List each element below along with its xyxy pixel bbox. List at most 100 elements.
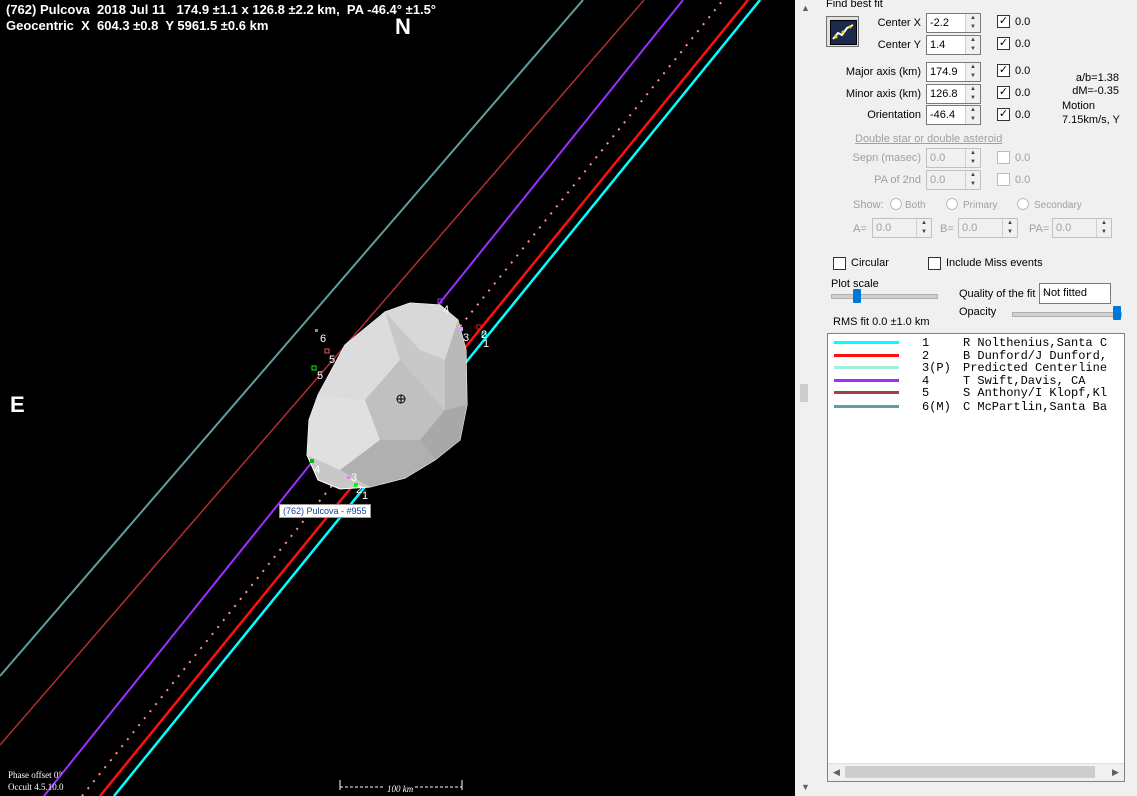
spin-up-icon[interactable]: ▲ <box>966 63 980 72</box>
scroll-down-icon[interactable]: ▼ <box>797 779 814 796</box>
spin-up-icon[interactable]: ▲ <box>966 14 980 23</box>
scroll-right-icon[interactable]: ▶ <box>1107 764 1124 781</box>
show-secondary-radio[interactable] <box>1017 198 1029 210</box>
spin-down-icon[interactable]: ▼ <box>966 180 980 189</box>
center-y-checkbox[interactable]: ✓ <box>997 37 1010 50</box>
chord-label: 4 <box>314 464 321 476</box>
orientation-checkbox[interactable]: ✓ <box>997 108 1010 121</box>
minor-axis-input[interactable]: 126.8 ▲ ▼ <box>926 84 981 104</box>
pa2nd-label: PA of 2nd <box>874 174 921 186</box>
chord-plot <box>0 0 761 796</box>
pa2nd-value: 0.0 <box>930 174 946 186</box>
scroll-thumb[interactable] <box>845 766 1095 778</box>
opacity-slider[interactable] <box>1113 306 1121 320</box>
center-y-input[interactable]: 1.4 ▲ ▼ <box>926 35 981 55</box>
minor-axis-value: 126.8 <box>930 88 958 100</box>
orientation-value: -46.4 <box>930 109 956 121</box>
ab-ratio: a/b=1.38 <box>1075 72 1119 84</box>
include-miss-label: Include Miss events <box>946 257 1043 269</box>
b-value: 0.0 <box>962 222 978 234</box>
spin-down-icon[interactable]: ▼ <box>966 94 980 103</box>
show-both-radio[interactable] <box>890 198 902 210</box>
pa2nd-input[interactable]: 0.0 ▲ ▼ <box>926 170 981 190</box>
list-item[interactable]: 5 S Anthony/I Klopf,Kl <box>828 386 1124 400</box>
spin-up-icon[interactable]: ▲ <box>966 171 980 180</box>
scroll-up-icon[interactable]: ▲ <box>797 0 814 17</box>
spin-up-icon[interactable]: ▲ <box>1003 219 1017 228</box>
chord-label: 3 <box>463 332 470 344</box>
pa-input[interactable]: 0.0 ▲ ▼ <box>1052 218 1112 238</box>
center-x-label: Center X <box>877 17 921 29</box>
spin-down-icon[interactable]: ▼ <box>1003 228 1017 237</box>
opacity-track <box>1012 312 1122 317</box>
show-primary-radio[interactable] <box>946 198 958 210</box>
splitter-grip[interactable] <box>800 384 808 402</box>
observer-list[interactable]: 1 R Nolthenius,Santa C 2 B Dunford/J Dun… <box>827 333 1125 782</box>
chord-label: 5 <box>329 354 336 366</box>
motion-label: Motion <box>1062 100 1096 112</box>
center-x-checkbox[interactable]: ✓ <box>997 15 1010 28</box>
horizontal-scrollbar[interactable]: ◀ ▶ <box>828 763 1124 781</box>
spin-up-icon[interactable]: ▲ <box>966 106 980 115</box>
list-item[interactable]: 1 R Nolthenius,Santa C <box>828 336 1124 350</box>
scroll-left-icon[interactable]: ◀ <box>828 764 845 781</box>
event-marker <box>347 476 350 479</box>
sepn-uncertainty: 0.0 <box>1015 152 1031 164</box>
sepn-value: 0.0 <box>930 152 946 164</box>
major-axis-label: Major axis (km) <box>845 66 921 78</box>
plot-title: (762) Pulcova 2018 Jul 11 174.9 ±1.1 x 1… <box>6 2 437 17</box>
orientation-input[interactable]: -46.4 ▲ ▼ <box>926 105 981 125</box>
major-axis-checkbox[interactable]: ✓ <box>997 64 1010 77</box>
center-x-input[interactable]: -2.2 ▲ ▼ <box>926 13 981 33</box>
sepn-checkbox[interactable] <box>997 151 1010 164</box>
color-swatch <box>834 405 899 408</box>
include-miss-checkbox[interactable] <box>928 257 941 270</box>
spin-down-icon[interactable]: ▼ <box>966 72 980 81</box>
spin-up-icon[interactable]: ▲ <box>966 149 980 158</box>
circular-label: Circular <box>851 257 889 269</box>
spin-down-icon[interactable]: ▼ <box>966 23 980 32</box>
find-best-fit-button[interactable] <box>826 16 859 47</box>
pa2nd-checkbox[interactable] <box>997 173 1010 186</box>
spin-up-icon[interactable]: ▲ <box>966 85 980 94</box>
chord-number: 3(P) <box>922 361 951 375</box>
phase-offset: Phase offset 0° <box>8 770 62 780</box>
minor-axis-label: Minor axis (km) <box>845 88 921 100</box>
a-input[interactable]: 0.0 ▲ ▼ <box>872 218 932 238</box>
major-axis-uncertainty: 0.0 <box>1015 65 1031 77</box>
plot-area[interactable]: (762) Pulcova 2018 Jul 11 174.9 ±1.1 x 1… <box>0 0 795 796</box>
minor-axis-checkbox[interactable]: ✓ <box>997 86 1010 99</box>
center-marker <box>396 394 406 404</box>
quality-select[interactable]: Not fitted ⌵ <box>1039 283 1111 304</box>
spin-down-icon[interactable]: ▼ <box>917 228 931 237</box>
show-both-label: Both <box>905 200 926 211</box>
event-marker <box>310 459 314 463</box>
circular-checkbox[interactable] <box>833 257 846 270</box>
spin-down-icon[interactable]: ▼ <box>966 45 980 54</box>
b-label: B= <box>940 223 954 235</box>
quality-label: Quality of the fit <box>959 288 1036 300</box>
double-star-link[interactable]: Double star or double asteroid <box>855 133 1002 145</box>
center-y-label: Center Y <box>877 39 921 51</box>
chord-label: 1 <box>483 338 490 350</box>
center-x-value: -2.2 <box>930 17 949 29</box>
major-axis-input[interactable]: 174.9 ▲ ▼ <box>926 62 981 82</box>
spin-up-icon[interactable]: ▲ <box>917 219 931 228</box>
list-item[interactable]: 6(M) C McPartlin,Santa Ba <box>828 400 1124 414</box>
spin-down-icon[interactable]: ▼ <box>966 115 980 124</box>
color-swatch <box>834 366 899 369</box>
spin-up-icon[interactable]: ▲ <box>966 36 980 45</box>
spin-down-icon[interactable]: ▼ <box>1097 228 1111 237</box>
b-input[interactable]: 0.0 ▲ ▼ <box>958 218 1018 238</box>
spin-up-icon[interactable]: ▲ <box>1097 219 1111 228</box>
sepn-input[interactable]: 0.0 ▲ ▼ <box>926 148 981 168</box>
center-y-value: 1.4 <box>930 39 946 51</box>
chord-label: 1 <box>362 490 369 502</box>
vertical-scrollbar[interactable]: ▲ ▼ <box>797 0 814 796</box>
sepn-label: Sepn (masec) <box>852 152 921 164</box>
chevron-down-icon: ⌵ <box>1043 287 1051 298</box>
plot-scale-slider[interactable] <box>853 289 861 303</box>
event-marker <box>315 329 318 332</box>
spin-down-icon[interactable]: ▼ <box>966 158 980 167</box>
list-item[interactable]: 3(P) Predicted Centerline <box>828 361 1124 375</box>
